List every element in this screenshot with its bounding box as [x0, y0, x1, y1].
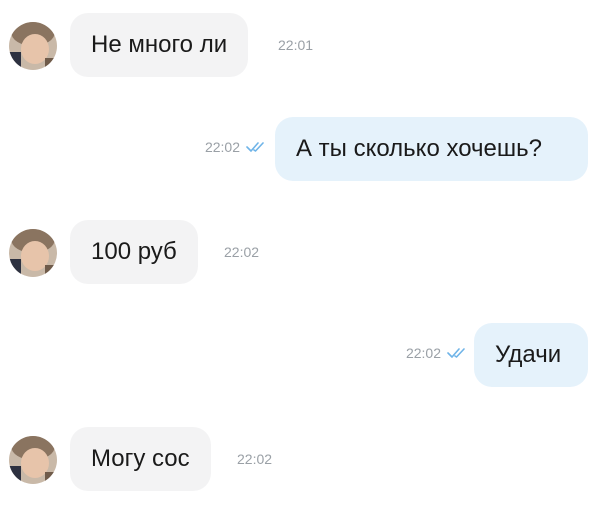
message-text: Удачи [495, 341, 562, 368]
avatar[interactable] [9, 22, 57, 70]
message-bubble[interactable]: Удачи [474, 323, 588, 387]
message-text: Не много ли [91, 31, 228, 58]
message-text: 100 руб [91, 238, 177, 265]
double-check-icon [246, 142, 264, 152]
message-row-incoming: Не много ли 22:01 [0, 13, 594, 77]
avatar[interactable] [9, 436, 57, 484]
avatar-image [9, 436, 57, 484]
message-text: А ты сколько хочешь? [296, 135, 542, 162]
message-meta: 22:02 [406, 345, 469, 361]
avatar-image [9, 22, 57, 70]
message-meta: 22:02 [205, 139, 268, 155]
message-timestamp: 22:02 [224, 244, 260, 260]
message-timestamp: 22:02 [204, 139, 240, 155]
message-bubble[interactable]: Не много ли [70, 13, 249, 77]
message-bubble[interactable]: Могу сос [70, 427, 211, 491]
avatar-image [9, 229, 57, 277]
avatar[interactable] [9, 229, 57, 277]
message-bubble[interactable]: А ты сколько хочешь? [275, 117, 588, 181]
message-row-outgoing: 22:02 А ты сколько хочешь? [0, 117, 594, 181]
message-bubble[interactable]: 100 руб [70, 220, 198, 284]
message-text: Могу сос [91, 445, 190, 472]
message-row-outgoing: 22:02 Удачи [0, 323, 594, 387]
message-timestamp: 22:02 [405, 345, 441, 361]
double-check-icon [447, 348, 465, 358]
message-timestamp: 22:02 [237, 451, 273, 467]
message-timestamp: 22:01 [278, 37, 314, 53]
message-row-incoming: 100 руб 22:02 [0, 220, 594, 284]
message-row-incoming: Могу сос 22:02 [0, 427, 594, 491]
